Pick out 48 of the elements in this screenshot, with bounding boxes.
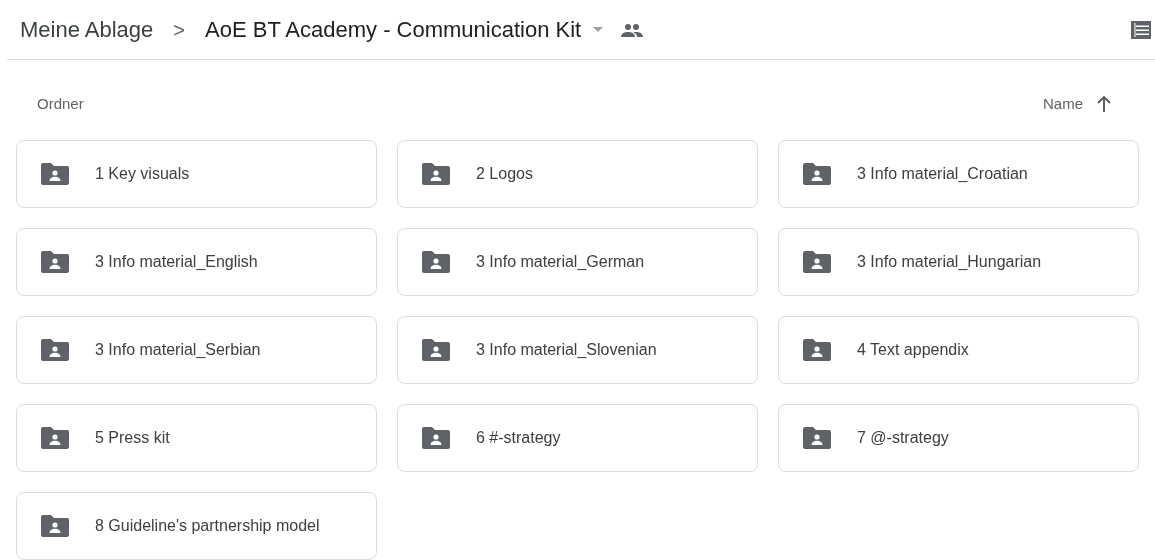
folder-card[interactable]: 3 Info material_Serbian bbox=[16, 315, 377, 384]
folder-card[interactable]: 6 #-strategy bbox=[397, 403, 758, 472]
folder-name: 3 Info material_Hungarian bbox=[857, 251, 1042, 272]
folder-name: 1 Key visuals bbox=[95, 163, 190, 184]
shared-folder-icon bbox=[803, 162, 831, 185]
folder-name: 7 @-strategy bbox=[857, 427, 949, 448]
folder-card[interactable]: 1 Key visuals bbox=[16, 139, 377, 208]
shared-folder-icon bbox=[41, 338, 69, 361]
folder-name: 3 Info material_Croatian bbox=[857, 163, 1028, 184]
folder-card[interactable]: 3 Info material_Hungarian bbox=[778, 227, 1139, 296]
folder-card[interactable]: 5 Press kit bbox=[16, 403, 377, 472]
shared-folder-icon bbox=[41, 426, 69, 449]
shared-folder-icon bbox=[422, 426, 450, 449]
section-title: Ordner bbox=[37, 94, 84, 114]
shared-folder-icon bbox=[803, 338, 831, 361]
caret-icon bbox=[593, 26, 604, 33]
sort-button[interactable]: Name bbox=[1043, 93, 1083, 116]
people-icon[interactable] bbox=[621, 22, 644, 37]
folder-name: 3 Info material_German bbox=[476, 251, 645, 272]
breadcrumb-link[interactable]: Meine Ablage bbox=[20, 13, 154, 46]
folder-card[interactable]: 3 Info material_Croatian bbox=[778, 139, 1139, 208]
shared-folder-icon bbox=[803, 250, 831, 273]
shared-folder-icon bbox=[422, 338, 450, 361]
folder-name: 5 Press kit bbox=[95, 427, 170, 448]
folder-title-dropdown[interactable]: AoE BT Academy - Communication Kit bbox=[205, 13, 604, 46]
folder-name: 3 Info material_Serbian bbox=[95, 339, 261, 360]
folder-name: 2 Logos bbox=[476, 163, 533, 184]
folder-name: 3 Info material_English bbox=[95, 251, 258, 272]
shared-folder-icon bbox=[803, 426, 831, 449]
folder-name: 3 Info material_Slovenian bbox=[476, 339, 657, 360]
folder-name: 8 Guideline's partnership model bbox=[95, 515, 320, 536]
shared-folder-icon bbox=[41, 514, 69, 537]
folder-card[interactable]: 8 Guideline's partnership model bbox=[16, 491, 377, 560]
folder-name: 4 Text appendix bbox=[857, 339, 969, 360]
folder-card[interactable]: 7 @-strategy bbox=[778, 403, 1139, 472]
folder-card[interactable]: 4 Text appendix bbox=[778, 315, 1139, 384]
breadcrumb-separator: > bbox=[173, 17, 185, 43]
folder-card[interactable]: 2 Logos bbox=[397, 139, 758, 208]
folder-card[interactable]: 3 Info material_German bbox=[397, 227, 758, 296]
arrow-up-icon[interactable] bbox=[1097, 96, 1111, 113]
shared-folder-icon bbox=[41, 250, 69, 273]
folder-card[interactable]: 3 Info material_English bbox=[16, 227, 377, 296]
shared-folder-icon bbox=[41, 162, 69, 185]
shared-folder-icon bbox=[422, 162, 450, 185]
list-view-icon[interactable] bbox=[1131, 20, 1151, 39]
folder-name: 6 #-strategy bbox=[476, 427, 561, 448]
shared-folder-icon bbox=[422, 250, 450, 273]
folder-card[interactable]: 3 Info material_Slovenian bbox=[397, 315, 758, 384]
